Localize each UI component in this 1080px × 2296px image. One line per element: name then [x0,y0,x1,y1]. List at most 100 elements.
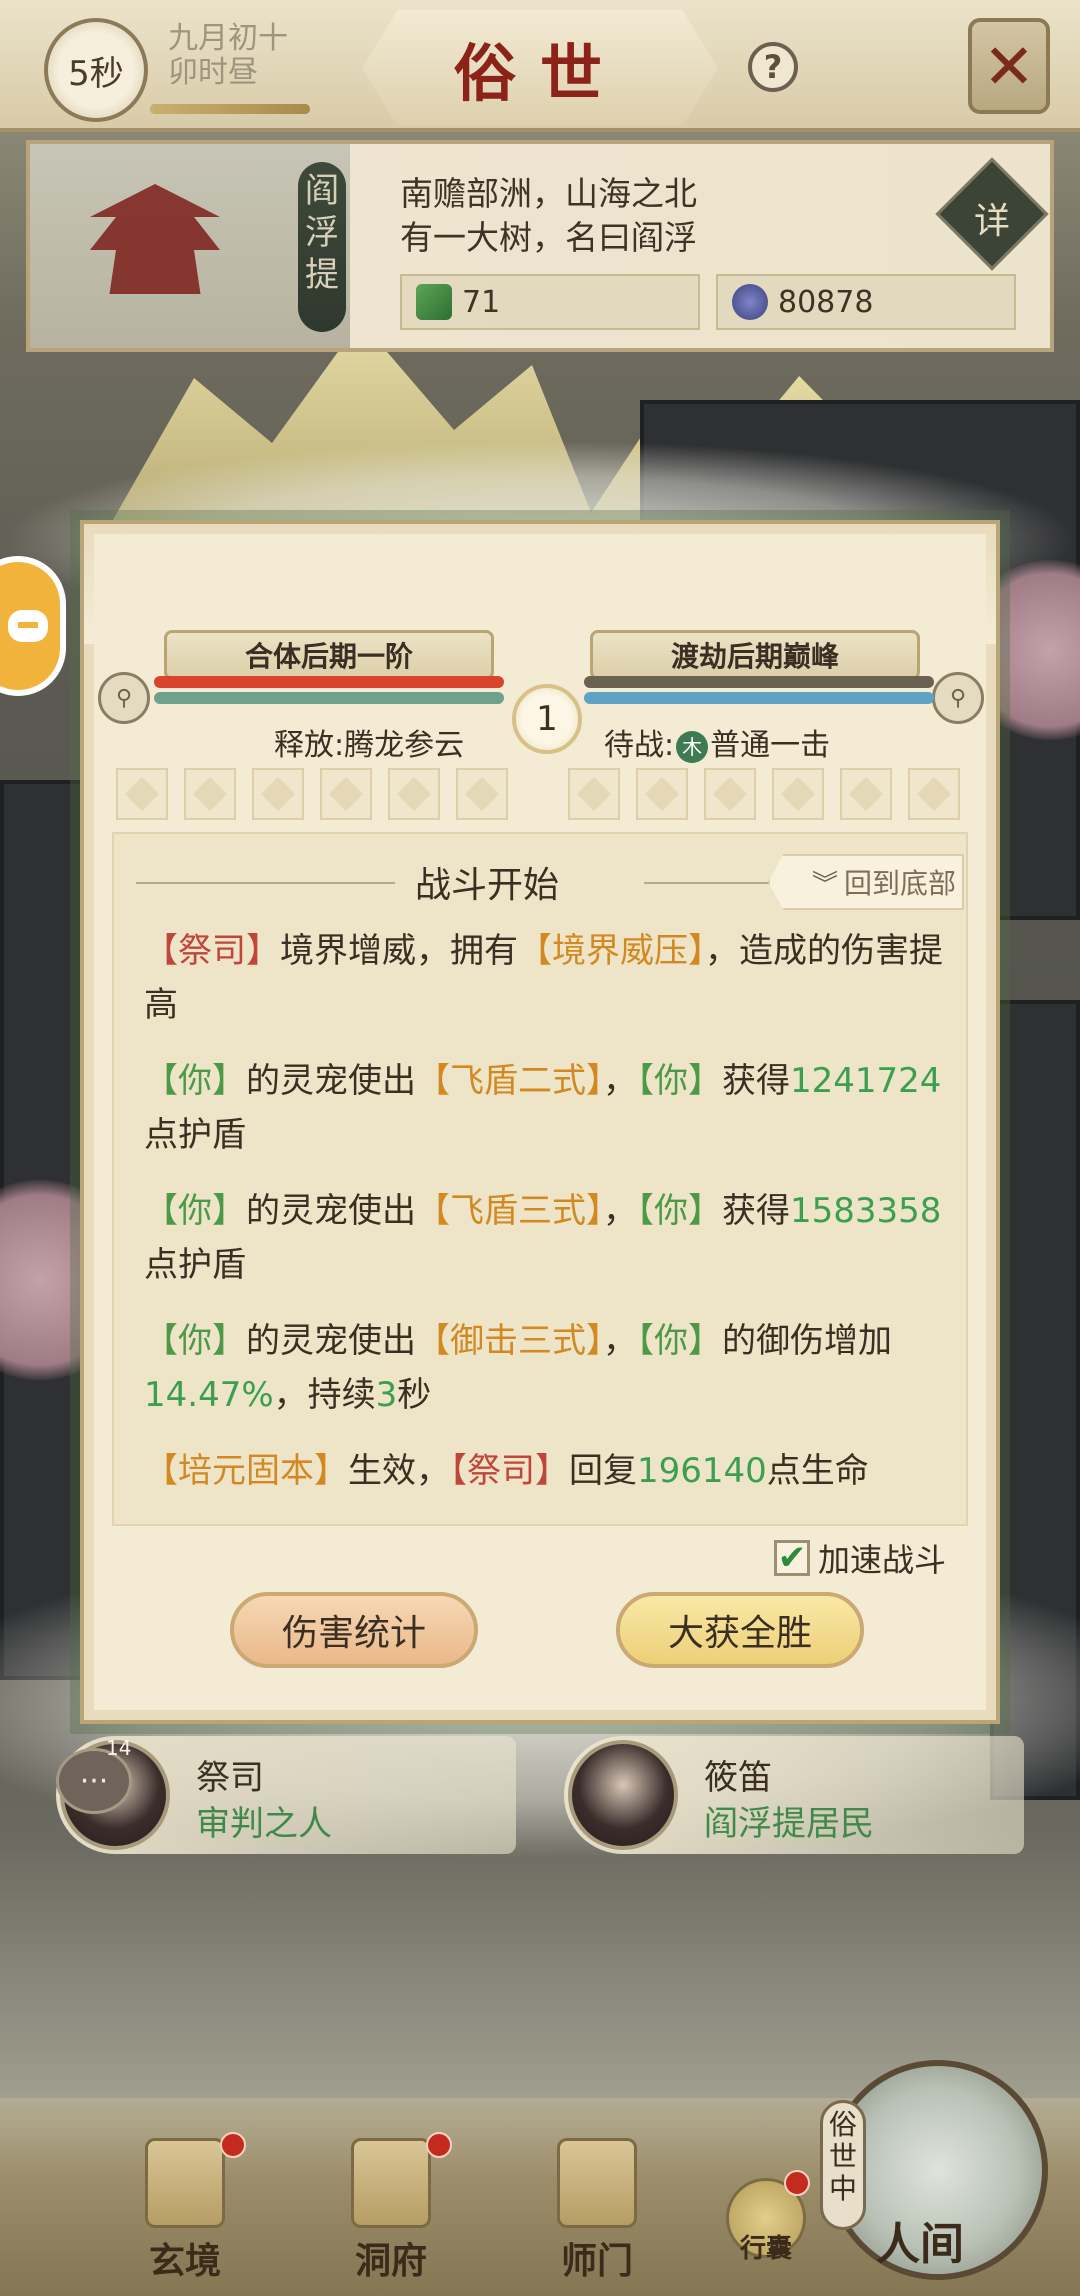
log-segment: 获得 [722,1061,790,1101]
location-card: 阎浮提 南赡部洲，山海之北 有一大树，名曰阎浮 71 80878 详 [26,140,1054,352]
time-of-day: 卯时昼 [168,55,258,90]
log-segment: 点护盾 [144,1115,246,1155]
npc-name: 筱笛 [704,1758,772,1798]
nav-renjian-label: 人间 [876,2219,964,2270]
buff-slot [704,768,756,820]
log-segment: 3 [375,1375,398,1415]
time-progress-fill [150,104,310,114]
timer-badge: 5秒 [44,18,148,122]
npc-avatar [568,1740,678,1850]
back-to-bottom-button[interactable]: ︾ 回到底部 [768,854,964,910]
log-segment: 【境界威压】 [518,931,705,971]
nav-xuanjing-label: 玄境 [148,2240,221,2282]
nav-shimen[interactable]: 师门 [522,2138,672,2288]
battle-log-entries: 【祭司】境界增威，拥有【境界威压】，造成的伤害提高 【你】的灵宠使出【飞盾二式】，… [144,924,944,1520]
lunar-date: 九月初十 [168,21,288,56]
victory-button[interactable]: 大获全胜 [616,1592,864,1668]
log-segment: 获得 [722,1191,790,1231]
checkmark-icon[interactable]: ✔ [774,1538,810,1578]
coin-icon [732,284,768,320]
buff-slot [116,768,168,820]
nav-dongfu[interactable]: 洞府 [316,2132,466,2288]
left-fighter-avatar-icon[interactable]: ⚲ [98,672,150,724]
log-segment: 【飞盾三式】 [416,1191,603,1231]
log-segment: 【御击三式】 [416,1321,603,1361]
battle-log[interactable]: 战斗开始 ︾ 回到底部 【祭司】境界增威，拥有【境界威压】，造成的伤害提高【你】… [112,832,968,1526]
time-progress-bar [150,104,310,114]
right-fighter-rank: 渡劫后期巅峰 [590,630,920,680]
detail-button-label: 详 [973,201,1010,243]
log-segment: 【你】 [144,1061,246,1101]
left-skill-text: 释放:腾龙参云 [274,728,465,763]
log-segment: 境界增威，拥有 [280,931,518,971]
log-segment: 的灵宠使出 [246,1061,416,1101]
wood-element-icon: 木 [676,730,709,763]
log-segment: 【祭司】 [450,1451,569,1491]
right-shield-fill [584,692,934,704]
help-icon[interactable]: ? [748,42,798,92]
buff-slot [908,768,960,820]
log-segment: 的灵宠使出 [246,1321,416,1361]
log-segment: 回复 [569,1451,637,1491]
log-segment: 生效， [348,1451,450,1491]
date-display: 九月初十 卯时昼 [168,22,288,90]
page-title: 俗世 [362,10,718,126]
battle-log-title: 战斗开始 [394,856,579,908]
log-segment: 【飞盾二式】 [416,1061,603,1101]
log-segment: 1241724 [790,1061,942,1101]
npc-title: 阎浮提居民 [704,1804,874,1844]
scroll-icon [145,2138,225,2228]
right-skill-prefix: 待战: [604,728,675,763]
nav-bag[interactable]: 行囊 [722,2170,810,2274]
close-button[interactable]: ✕ [968,18,1050,114]
right-fighter-avatar-icon[interactable]: ⚲ [932,672,984,724]
npc-card[interactable]: 筱笛 阎浮提居民 [564,1736,1024,1854]
log-segment: 14.47% [144,1375,274,1415]
left-fighter-rank: 合体后期一阶 [164,630,494,680]
right-skill-text: 待战: 木普通一击 [604,720,830,764]
log-segment: 【你】 [637,1061,722,1101]
banner-icon [557,2138,637,2228]
divider [136,882,426,884]
buff-slot [772,768,824,820]
notification-dot [426,2132,452,2158]
buff-slot [320,768,372,820]
speed-battle-toggle[interactable]: ✔ 加速战斗 [774,1538,947,1579]
gamepad-icon [8,610,48,642]
notification-dot [784,2170,810,2196]
log-segment: 1583358 [790,1191,942,1231]
double-chevron-down-icon: ︾ [811,869,838,900]
world-status-tag: 俗世中 [820,2100,866,2230]
buff-slot [636,768,688,820]
top-bar: 5秒 九月初十 卯时昼 俗世 ? ✕ [0,0,1080,132]
damage-stats-button[interactable]: 伤害统计 [230,1592,478,1668]
log-segment: ，持续 [273,1375,376,1415]
nav-bag-label: 行囊 [739,2234,792,2264]
detail-button[interactable]: 详 [935,157,1049,271]
right-hp-fill [584,676,934,688]
notification-dot [220,2132,246,2158]
location-desc-line-2: 有一大树，名曰阎浮 [400,218,697,257]
left-hp-fill [154,676,504,688]
log-segment: 的御伤增加 [722,1321,892,1361]
buff-slot [184,768,236,820]
left-buff-slots [116,768,508,820]
log-segment: ， [603,1191,637,1231]
buff-slot [568,768,620,820]
battle-log-entry: 【你】的灵宠使出【御击三式】，【你】的御伤增加14.47%，持续3秒 [144,1314,944,1422]
log-segment: ， [603,1321,637,1361]
battle-log-entry: 【你】的灵宠使出【飞盾二式】，【你】获得1241724点护盾 [144,1054,944,1162]
npc-name: 祭司 [196,1758,264,1798]
buff-slot [252,768,304,820]
log-segment: 【你】 [144,1191,246,1231]
battle-log-entry: 【祭司】境界增威，拥有【境界威压】，造成的伤害提高 [144,924,944,1032]
spirit-stone-icon [416,284,452,320]
speed-battle-label: 加速战斗 [818,1541,947,1579]
back-to-bottom-label: 回到底部 [843,867,956,900]
log-segment: 点护盾 [144,1245,246,1285]
buff-slot [840,768,892,820]
nav-xuanjing[interactable]: 玄境 [110,2132,260,2288]
round-counter: 1 [512,684,582,754]
log-segment: 【你】 [637,1191,722,1231]
floating-game-tab[interactable] [0,556,66,696]
